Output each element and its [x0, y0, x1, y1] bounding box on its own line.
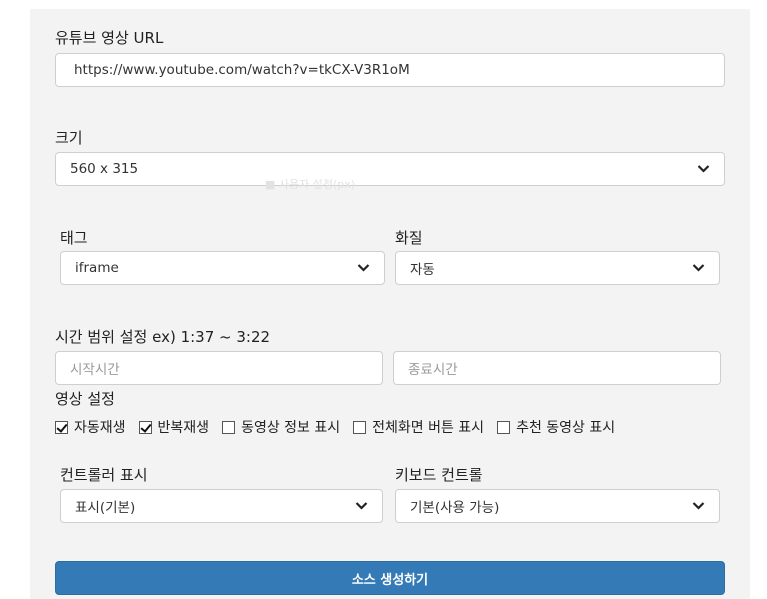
- keyboard-select-value: 기본(사용 가능): [410, 500, 500, 516]
- video-settings-options: 자동재생 반복재생 동영상 정보 표시 전체화면 버튼 표시 추천 동영상 표시: [55, 417, 628, 437]
- controls-select[interactable]: 표시(기본): [60, 489, 383, 523]
- start-time-input[interactable]: 시작시간: [55, 351, 383, 385]
- time-range-label: 시간 범위 설정 ex) 1:37 ~ 3:22: [55, 328, 271, 346]
- controls-select-value: 표시(기본): [75, 500, 136, 516]
- loop-label: 반복재생: [157, 420, 210, 436]
- chevron-down-icon: [692, 502, 705, 510]
- controls-label: 컨트롤러 표시: [60, 466, 148, 484]
- checkbox-unchecked-icon[interactable]: [497, 420, 511, 434]
- tag-label: 태그: [60, 229, 88, 247]
- tag-select-value: iframe: [75, 260, 119, 276]
- url-input[interactable]: https://www.youtube.com/watch?v=tkCX-V3R…: [55, 53, 725, 87]
- fullscreen-button-checkbox[interactable]: 전체화면 버튼 표시: [353, 417, 484, 437]
- chevron-down-icon: [697, 165, 710, 173]
- quality-select[interactable]: 자동: [395, 251, 720, 285]
- chevron-down-icon: [355, 502, 368, 510]
- loop-checkbox[interactable]: 반복재생: [138, 417, 210, 437]
- keyboard-label: 키보드 컨트롤: [395, 466, 483, 484]
- size-label: 크기: [55, 129, 83, 147]
- size-select-value: 560 x 315: [70, 161, 139, 177]
- autoplay-checkbox[interactable]: 자동재생: [55, 417, 126, 437]
- related-videos-checkbox[interactable]: 추천 동영상 표시: [497, 417, 615, 437]
- size-select[interactable]: 560 x 315: [55, 152, 725, 186]
- autoplay-label: 자동재생: [74, 420, 126, 436]
- checkbox-checked-icon[interactable]: [55, 420, 68, 434]
- show-info-checkbox[interactable]: 동영상 정보 표시: [222, 417, 340, 437]
- related-videos-label: 추천 동영상 표시: [516, 420, 616, 436]
- fullscreen-button-label: 전체화면 버튼 표시: [372, 420, 485, 436]
- checkbox-unchecked-icon[interactable]: [222, 420, 236, 434]
- chevron-down-icon: [692, 264, 705, 272]
- url-label: 유튜브 영상 URL: [55, 29, 164, 47]
- chevron-down-icon: [357, 264, 370, 272]
- generate-source-button[interactable]: 소스 생성하기: [55, 561, 725, 595]
- quality-label: 화질: [395, 229, 423, 247]
- custom-size-ghost: ■ 사용자 설정(px): [265, 178, 356, 191]
- keyboard-select[interactable]: 기본(사용 가능): [395, 489, 720, 523]
- show-info-label: 동영상 정보 표시: [241, 420, 341, 436]
- video-settings-label: 영상 설정: [55, 390, 115, 408]
- end-time-input[interactable]: 종료시간: [393, 351, 721, 385]
- tag-select[interactable]: iframe: [60, 251, 385, 285]
- checkbox-checked-icon[interactable]: [138, 420, 152, 434]
- checkbox-unchecked-icon[interactable]: [353, 420, 367, 434]
- quality-select-value: 자동: [410, 262, 435, 278]
